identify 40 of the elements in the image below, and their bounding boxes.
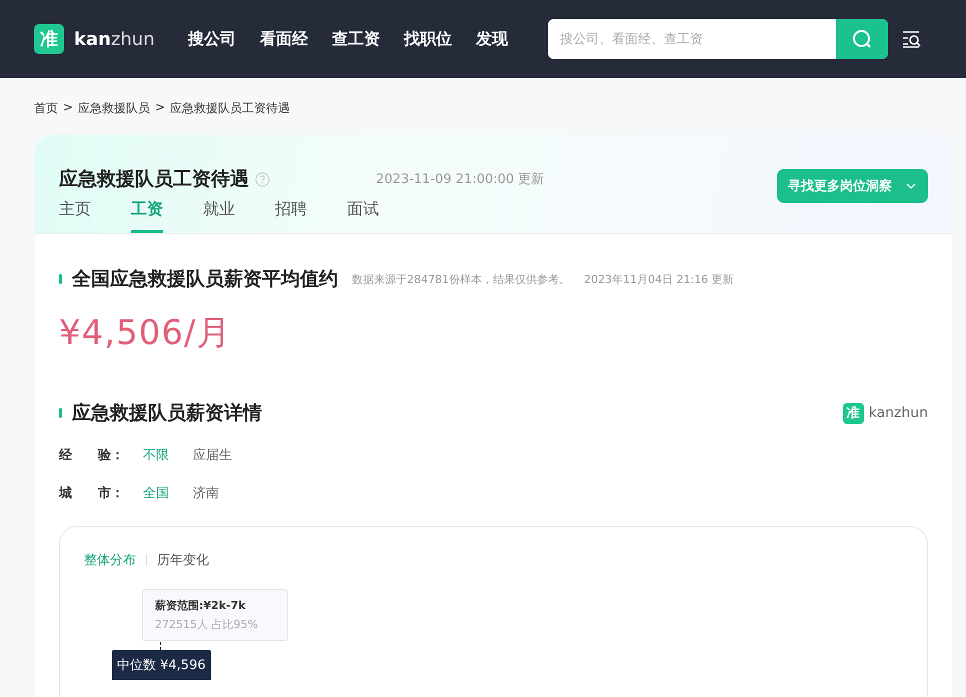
filter-label: 经 验： [59,447,125,464]
breadcrumb-link[interactable]: 应急救援队员 [78,100,150,117]
breadcrumb-separator: > [155,100,166,116]
tooltip-title: 薪资范围:¥2k-7k [155,598,247,613]
search-button[interactable] [836,19,888,59]
update-time: 2023-11-09 21:00:00 更新 [376,171,544,188]
chart-tab[interactable]: 历年变化 [157,551,209,569]
search-list-icon[interactable] [902,30,922,48]
tab[interactable]: 招聘 [275,195,307,233]
data-source-note: 数据来源于284781份样本，结果仅供参考。 [352,272,570,286]
brand-text: kanzhun [868,405,928,421]
breadcrumb-separator: > [63,100,74,116]
filter-option[interactable]: 济南 [193,484,219,502]
breadcrumb-link[interactable]: 应急救援队员工资待遇 [170,100,290,117]
logo-text[interactable]: kanzhun [74,28,155,50]
chevron-down-icon [906,183,916,189]
help-icon[interactable] [255,172,270,186]
tab[interactable]: 面试 [347,195,379,233]
average-salary: ¥4,506/月 [59,312,232,355]
nav-link[interactable]: 找职位 [404,28,452,50]
filter-label: 城 市： [59,484,125,502]
section-marker [59,408,62,418]
nav-link[interactable]: 看面经 [260,28,308,50]
section-heading: 全国应急救援队员薪资平均值约 [72,267,338,292]
tab[interactable]: 就业 [203,195,235,233]
tooltip-text: 272515人 占比95% [155,617,259,632]
page-title: 应急救援队员工资待遇 [59,167,249,192]
update-time: 2023年11月04日 21:16 更新 [584,272,734,286]
section-marker [59,274,62,284]
breadcrumb-link[interactable]: 首页 [34,100,58,117]
nav-link[interactable]: 发现 [476,28,508,50]
tab[interactable]: 主页 [59,195,91,233]
search-field[interactable]: 搜公司、看面经、查工资 [548,19,888,59]
nav-link[interactable]: 搜公司 [188,28,236,50]
median-label: 中位数 ¥4,596 [112,650,211,680]
search-icon [852,29,872,49]
filter-option[interactable]: 应届生 [193,446,232,464]
section-heading: 应急救援队员薪资详情 [72,401,262,426]
brand-mark: 准 [842,402,864,424]
nav-link[interactable]: 查工资 [332,28,380,50]
